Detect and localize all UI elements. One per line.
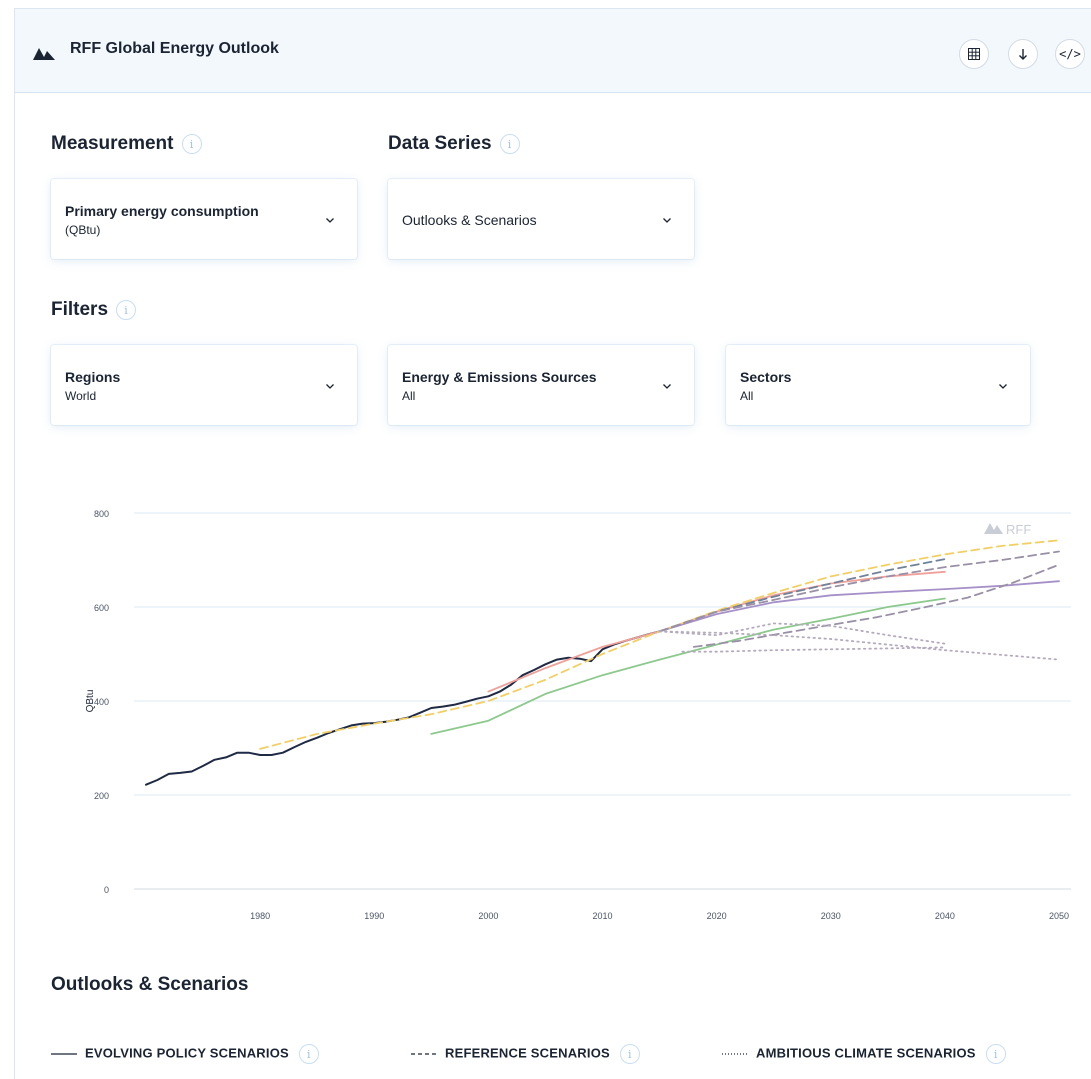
regions-select-value: World (65, 389, 97, 403)
x-tick-label: 2000 (478, 911, 498, 921)
y-tick-label: 800 (94, 509, 109, 519)
measurement-label-text: Measurement (51, 133, 174, 154)
legend-title: Outlooks & Scenarios (51, 974, 249, 995)
y-tick-label: 400 (94, 697, 109, 707)
info-icon[interactable]: i (298, 1044, 319, 1064)
table-icon (968, 48, 980, 60)
x-tick-label: 2040 (935, 911, 955, 921)
x-tick-label: 1980 (250, 911, 270, 921)
watermark-text: RFF (1006, 522, 1031, 537)
data-series-label-text: Data Series (388, 133, 492, 154)
legend-label: AMBITIOUS CLIMATE SCENARIOS (756, 1045, 976, 1061)
x-tick-label: 1990 (364, 911, 384, 921)
sources-select-value: All (402, 389, 416, 403)
table-view-button[interactable] (959, 39, 989, 69)
chevron-down-icon (326, 384, 334, 389)
chevron-down-icon (999, 384, 1007, 389)
sectors-select-title: Sectors (740, 369, 792, 385)
download-button[interactable] (1008, 39, 1038, 69)
series-line-1[interactable] (487, 570, 946, 693)
sources-select-title: Energy & Emissions Sources (402, 369, 597, 385)
legend-item-evolving-policy[interactable]: EVOLVING POLICY SCENARIOS i (51, 1044, 319, 1064)
app-header: RFF Global Energy Outlook </> (15, 9, 1091, 93)
embed-code-button[interactable]: </> (1055, 39, 1085, 69)
legend-item-reference[interactable]: REFERENCE SCENARIOS i (411, 1044, 640, 1064)
series-line-5[interactable] (658, 558, 946, 633)
chevron-down-icon (663, 384, 671, 389)
measurement-select-title: Primary energy consumption (65, 203, 259, 219)
info-icon[interactable]: i (499, 133, 520, 154)
x-tick-label: 2030 (821, 911, 841, 921)
filters-label: Filters i (51, 299, 137, 321)
chevron-down-icon (663, 218, 671, 223)
y-tick-label: 200 (94, 791, 109, 801)
solid-line-icon (51, 1053, 77, 1055)
legend-item-ambitious-climate[interactable]: AMBITIOUS CLIMATE SCENARIOS i (722, 1044, 1006, 1064)
measurement-select[interactable]: Primary energy consumption (QBtu) (51, 179, 357, 259)
data-series-select-value: Outlooks & Scenarios (402, 212, 537, 228)
data-series-select[interactable]: Outlooks & Scenarios (388, 179, 694, 259)
series-line-2[interactable] (658, 580, 1060, 633)
rff-watermark: RFF (984, 522, 1031, 537)
energy-consumption-chart: 0 200 400 600 800 1980 1990 2000 2010 2020 2030 204… (85, 509, 1071, 921)
measurement-select-unit: (QBtu) (65, 223, 101, 237)
series-line-9[interactable] (658, 622, 946, 645)
series-line-8[interactable] (658, 630, 1060, 661)
regions-select[interactable]: Regions World (51, 345, 357, 425)
data-series-label: Data Series i (388, 133, 520, 155)
app-title: RFF Global Energy Outlook (70, 40, 279, 57)
info-icon[interactable]: i (619, 1044, 640, 1064)
app-frame: RFF Global Energy Outlook </> Measuremen… (14, 8, 1091, 1079)
chevron-down-icon (326, 218, 334, 223)
x-tick-label: 2010 (592, 911, 612, 921)
download-icon (1019, 49, 1027, 60)
dashed-line-icon (411, 1053, 437, 1055)
info-icon[interactable]: i (985, 1044, 1006, 1064)
x-tick-label: 2050 (1049, 911, 1069, 921)
sources-select[interactable]: Energy & Emissions Sources All (388, 345, 694, 425)
series-line-6[interactable] (658, 550, 1060, 633)
x-tick-label: 2020 (707, 911, 727, 921)
y-tick-label: 600 (94, 603, 109, 613)
legend-label: REFERENCE SCENARIOS (445, 1045, 610, 1061)
sectors-select[interactable]: Sectors All (726, 345, 1030, 425)
info-icon[interactable]: i (116, 299, 137, 320)
series-line-10[interactable] (681, 646, 946, 653)
dotted-line-icon (722, 1053, 748, 1055)
measurement-label: Measurement i (51, 133, 202, 155)
rff-logo-icon (33, 48, 55, 60)
filters-label-text: Filters (51, 299, 109, 320)
sectors-select-value: All (740, 389, 754, 403)
watermark-logo-icon (984, 523, 1003, 534)
info-icon[interactable]: i (181, 133, 202, 154)
y-axis-label: QBtu (85, 690, 96, 713)
y-tick-label: 0 (104, 885, 109, 895)
regions-select-title: Regions (65, 369, 121, 385)
legend-label: EVOLVING POLICY SCENARIOS (85, 1045, 289, 1061)
